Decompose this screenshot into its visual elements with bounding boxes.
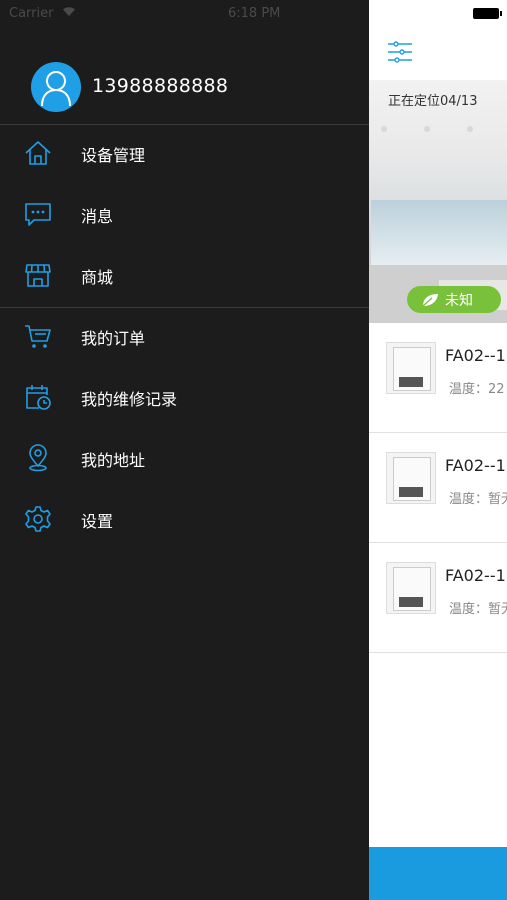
air-quality-label: 未知 <box>445 292 473 309</box>
device-temperature: 温度：暂无 <box>449 602 507 617</box>
menu-label: 设置 <box>81 512 114 531</box>
avatar[interactable] <box>31 62 81 112</box>
device-card[interactable]: FA02--1 温度：22 <box>369 324 507 433</box>
device-name: FA02--1 <box>445 566 506 585</box>
battery-icon <box>473 8 502 19</box>
menu-item-my-address[interactable]: 我的地址 <box>0 429 369 489</box>
device-temperature: 温度：暂无 <box>449 492 507 507</box>
side-drawer: Carrier 6:18 PM 13988888888 设备管理 消息 商城 我… <box>0 0 369 900</box>
filter-icon <box>388 41 412 63</box>
menu-label: 我的维修记录 <box>81 390 178 409</box>
carrier-label: Carrier <box>9 6 54 21</box>
filter-menu-button[interactable] <box>387 40 413 64</box>
device-name: FA02--1 <box>445 456 506 475</box>
menu-label: 商城 <box>81 268 114 287</box>
home-icon <box>25 141 51 165</box>
menu-item-device-management[interactable]: 设备管理 <box>0 124 369 184</box>
status-bar: Carrier 6:18 PM <box>0 0 369 26</box>
menu-item-messages[interactable]: 消息 <box>0 185 369 245</box>
device-card[interactable]: FA02--1 温度：暂无 <box>369 544 507 653</box>
cart-icon <box>25 325 51 348</box>
location-status: 正在定位04/13 <box>388 94 478 109</box>
message-icon <box>25 203 51 226</box>
gear-icon <box>25 506 51 532</box>
repair-record-icon <box>26 385 51 410</box>
menu-label: 设备管理 <box>81 146 146 165</box>
wifi-icon <box>63 7 75 16</box>
device-temperature: 温度：22 <box>449 382 505 397</box>
device-thumbnail <box>386 562 436 614</box>
device-name: FA02--1 <box>445 346 506 365</box>
menu-item-my-orders[interactable]: 我的订单 <box>0 307 369 367</box>
menu-label: 我的订单 <box>81 329 146 348</box>
user-avatar-icon <box>41 71 71 107</box>
menu-item-store[interactable]: 商城 <box>0 246 369 306</box>
bottom-action-bar[interactable] <box>369 847 507 900</box>
user-phone-number: 13988888888 <box>92 75 229 97</box>
leaf-icon <box>422 293 438 306</box>
main-content: 正在定位04/13 未知 FA02--1 温度：22 FA02--1 温度：暂无… <box>369 0 507 900</box>
location-pin-icon <box>29 444 47 472</box>
device-thumbnail <box>386 342 436 394</box>
menu-label: 消息 <box>81 207 114 226</box>
menu-item-settings[interactable]: 设置 <box>0 490 369 550</box>
menu-label: 我的地址 <box>81 451 146 470</box>
store-icon <box>25 264 51 287</box>
air-quality-badge[interactable]: 未知 <box>407 286 501 313</box>
profile-header[interactable]: 13988888888 <box>0 56 369 124</box>
menu-item-repair-records[interactable]: 我的维修记录 <box>0 368 369 428</box>
device-thumbnail <box>386 452 436 504</box>
clock: 6:18 PM <box>228 6 281 21</box>
device-card[interactable]: FA02--1 温度：暂无 <box>369 434 507 543</box>
